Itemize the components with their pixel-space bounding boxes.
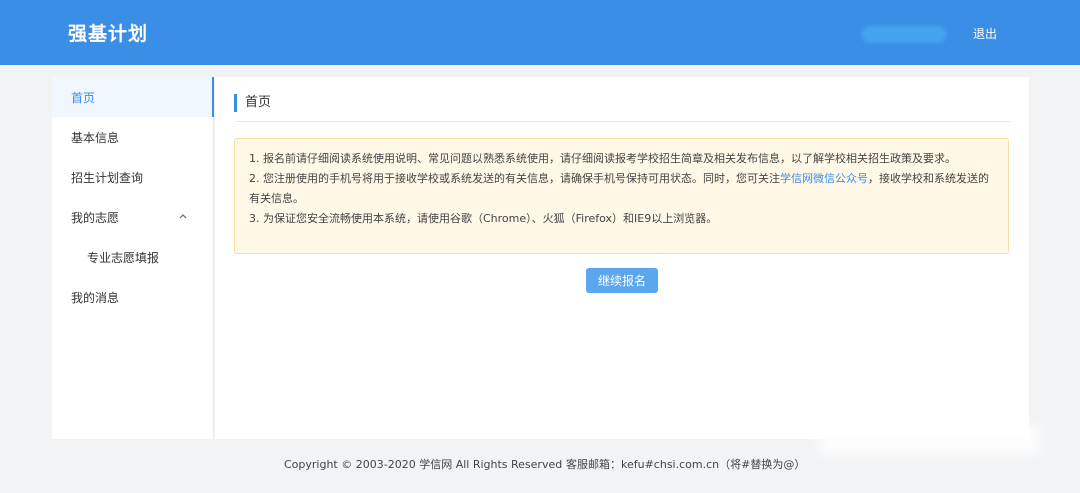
main-panel: 首页 1. 报名前请仔细阅读系统使用说明、常见问题以熟悉系统使用，请仔细阅读报考… <box>215 77 1029 439</box>
sidebar-item-major-application[interactable]: 专业志愿填报 <box>52 237 213 277</box>
chevron-up-icon <box>179 214 187 219</box>
notice-line-1: 1. 报名前请仔细阅读系统使用说明、常见问题以熟悉系统使用，请仔细阅读报考学校招… <box>249 152 956 165</box>
sidebar-item-label: 我的志愿 <box>71 210 120 225</box>
divider <box>235 121 1010 122</box>
notice-line-3: 3. 为保证您安全流畅使用本系统，请使用谷歌（Chrome）、火狐（Firefo… <box>249 212 718 225</box>
sidebar-item-basic-info[interactable]: 基本信息 <box>52 117 213 157</box>
continue-registration-button[interactable]: 继续报名 <box>586 268 658 293</box>
sidebar-item-label: 专业志愿填报 <box>87 250 160 265</box>
sidebar: 首页 基本信息 招生计划查询 我的志愿 专业志愿填报 我的消息 <box>52 77 214 439</box>
notice-box: 1. 报名前请仔细阅读系统使用说明、常见问题以熟悉系统使用，请仔细阅读报考学校招… <box>234 138 1009 254</box>
corner-blur <box>820 425 1040 455</box>
logout-link[interactable]: 退出 <box>973 25 997 42</box>
notice-line-2-text: 2. 您注册使用的手机号将用于接收学校或系统发送的有关信息，请确保手机号保持可用… <box>249 172 780 185</box>
wechat-account-link[interactable]: 学信网微信公众号 <box>780 172 868 185</box>
sidebar-item-home[interactable]: 首页 <box>52 77 214 117</box>
user-name-redacted[interactable] <box>862 26 946 43</box>
sidebar-item-label: 首页 <box>71 90 96 105</box>
app-header: 强基计划 退出 <box>0 0 1080 65</box>
support-email: 客服邮箱：kefu#chsi.com.cn（将#替换为@） <box>566 458 806 471</box>
copyright-text: Copyright © 2003-2020 学信网 All Rights Res… <box>284 458 563 471</box>
title-accent-bar <box>234 94 237 112</box>
notice-line-2: 2. 您注册使用的手机号将用于接收学校或系统发送的有关信息，请确保手机号保持可用… <box>249 169 994 209</box>
sidebar-item-enrollment-plan[interactable]: 招生计划查询 <box>52 157 213 197</box>
sidebar-item-my-applications[interactable]: 我的志愿 <box>52 197 213 237</box>
sidebar-item-label: 我的消息 <box>71 290 120 305</box>
sidebar-item-my-messages[interactable]: 我的消息 <box>52 277 213 317</box>
page-title: 首页 <box>245 95 272 110</box>
footer: Copyright © 2003-2020 学信网 All Rights Res… <box>0 456 1080 472</box>
sidebar-item-label: 招生计划查询 <box>71 170 144 185</box>
brand-title: 强基计划 <box>68 23 149 45</box>
sidebar-item-label: 基本信息 <box>71 130 120 145</box>
